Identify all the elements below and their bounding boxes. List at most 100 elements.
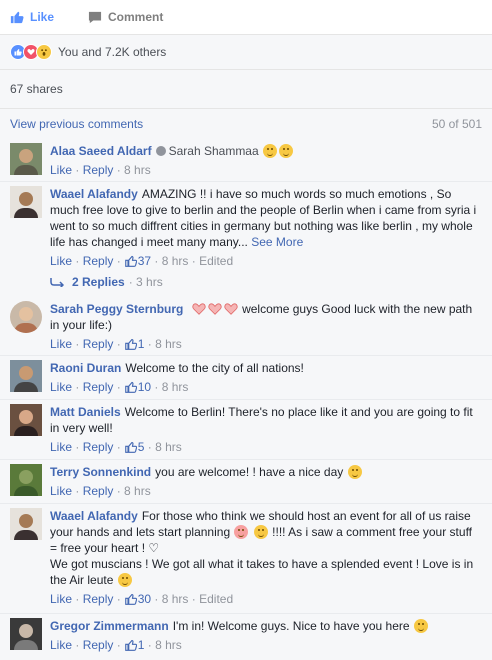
comment-like-link[interactable]: Like [50,380,72,394]
comment-author[interactable]: Waael Alafandy [50,187,138,201]
comment-item: Matt Daniels Welcome to Berlin! There's n… [0,399,492,459]
avatar[interactable] [10,143,42,175]
view-replies-link[interactable]: 2 Replies [72,275,125,289]
comment-like-count[interactable]: 10 [138,380,151,394]
comment-like-link[interactable]: Like [50,163,72,177]
comment-edited[interactable]: Edited [199,254,233,268]
comment-button-label: Comment [108,10,164,24]
comment-like-link[interactable]: Like [50,592,72,606]
comment-author[interactable]: Raoni Duran [50,361,121,375]
avatar[interactable] [10,360,42,392]
comment-time[interactable]: 8 hrs [162,380,189,394]
comment-like-count[interactable]: 37 [138,254,151,268]
comment-meta: Like · Reply · 8 hrs [50,484,151,498]
comment-meta: Like · Reply · 30 · 8 hrs · Edited [50,592,234,606]
comment-item: Waael Alafandy AMAZING !! i have so much … [0,181,492,275]
comment-text: I'm in! Welcome guys. Nice to have you h… [172,619,410,633]
comment-reply-link[interactable]: Reply [83,440,114,454]
replies-row: 2 Replies · 3 hrs [0,271,163,293]
comment-reply-link[interactable]: Reply [83,254,114,268]
comment-author[interactable]: Terry Sonnenkind [50,465,151,479]
heart-emoji-icon [224,303,238,315]
heart-eyes-emoji-icon [234,525,249,539]
comment-meta: Like · Reply · 10 · 8 hrs [50,380,189,394]
comment-like-count[interactable]: 5 [138,440,145,454]
grimace-emoji-icon [253,525,268,539]
comment-author[interactable]: Waael Alafandy [50,509,138,523]
smile-emoji-icon [279,144,293,158]
comment-text: Welcome to the city of all nations! [125,361,304,375]
comment-text: We got muscians ! We got all what it tak… [50,557,474,587]
shares-count[interactable]: 67 shares [10,82,63,96]
like-count-icon [124,338,137,350]
reactions-summary[interactable]: You and 7.2K others [0,35,492,70]
comment-reply-link[interactable]: Reply [83,638,114,652]
comment-time[interactable]: 8 hrs [162,592,189,606]
avatar[interactable] [10,186,42,218]
comment-item: Alaa Saeed Aldarf Sarah Shammaa Like · Re… [0,139,492,181]
comment-button[interactable]: Comment [88,10,163,24]
comment-author[interactable]: Sarah Peggy Sternburg [50,302,183,316]
comment-author[interactable]: Gregor Zimmermann [50,619,169,633]
comment-reply-link[interactable]: Reply [83,380,114,394]
replies-time[interactable]: 3 hrs [136,275,163,289]
comment-time[interactable]: 8 hrs [124,163,151,177]
comment-reply-link[interactable]: Reply [83,484,114,498]
post-action-bar: Like Comment [0,0,492,35]
comment-like-count[interactable]: 1 [138,337,145,351]
comment-time[interactable]: 8 hrs [155,337,182,351]
comment-time[interactable]: 8 hrs [155,638,182,652]
comment-item: Terry Sonnenkind you are welcome! ! have … [0,459,492,503]
comment-meta: Like · Reply · 5 · 8 hrs [50,440,182,454]
like-count-icon [124,255,137,267]
comment-like-link[interactable]: Like [50,484,72,498]
comment-edited[interactable]: Edited [199,592,233,606]
reactions-count[interactable]: You and 7.2K others [58,45,166,59]
comment-reply-link[interactable]: Reply [83,592,114,606]
comment-like-link[interactable]: Like [50,440,72,454]
comment-like-count[interactable]: 1 [138,638,145,652]
avatar[interactable] [10,508,42,540]
see-more-link[interactable]: See More [251,235,303,249]
comment-time[interactable]: 8 hrs [124,484,151,498]
like-count-icon [124,593,137,605]
smile-emoji-icon [117,573,132,587]
comment-icon [88,11,102,23]
like-button-label: Like [30,10,55,24]
avatar[interactable] [10,464,42,496]
comment-meta: Like · Reply · 37 · 8 hrs · Edited [50,254,234,268]
wow-reaction-icon [36,44,52,60]
heart-emoji-icon [208,303,222,315]
tagged-user-icon [155,146,166,156]
avatar[interactable] [10,301,42,333]
comment-author[interactable]: Matt Daniels [50,405,121,419]
comment-meta: Like · Reply · 8 hrs [50,163,151,177]
smile-emoji-icon [263,144,277,158]
heart-emoji-icon [192,303,206,315]
comment-item: Waael Alafandy For those who think we sho… [0,503,492,613]
comments-header: View previous comments 50 of 501 [0,109,492,139]
comments-count: 50 of 501 [431,117,482,131]
comment-author[interactable]: Alaa Saeed Aldarf [50,144,152,158]
comment-like-link[interactable]: Like [50,254,72,268]
comment-meta: Like · Reply · 1 · 8 hrs [50,638,182,652]
comment-time[interactable]: 8 hrs [162,254,189,268]
comment-reply-link[interactable]: Reply [83,163,114,177]
smile-emoji-icon [413,619,428,633]
like-button[interactable]: Like [10,10,54,24]
reply-arrow-icon [50,278,64,287]
comment-item: Gregor Zimmermann I'm in! Welcome guys. N… [0,613,492,657]
comment-time[interactable]: 8 hrs [155,440,182,454]
view-previous-comments-link[interactable]: View previous comments [10,117,143,131]
avatar[interactable] [10,404,42,436]
like-count-icon [124,639,137,651]
comment-reply-link[interactable]: Reply [83,337,114,351]
comment-like-count[interactable]: 30 [138,592,151,606]
thumbs-up-icon [10,11,24,24]
comment-item: Sarah Peggy Sternburg welcome guys Good … [0,297,492,355]
comment-like-link[interactable]: Like [50,638,72,652]
avatar[interactable] [10,618,42,650]
comment-like-link[interactable]: Like [50,337,72,351]
comment-text[interactable]: Sarah Shammaa [169,144,259,158]
reaction-icons [10,44,52,60]
